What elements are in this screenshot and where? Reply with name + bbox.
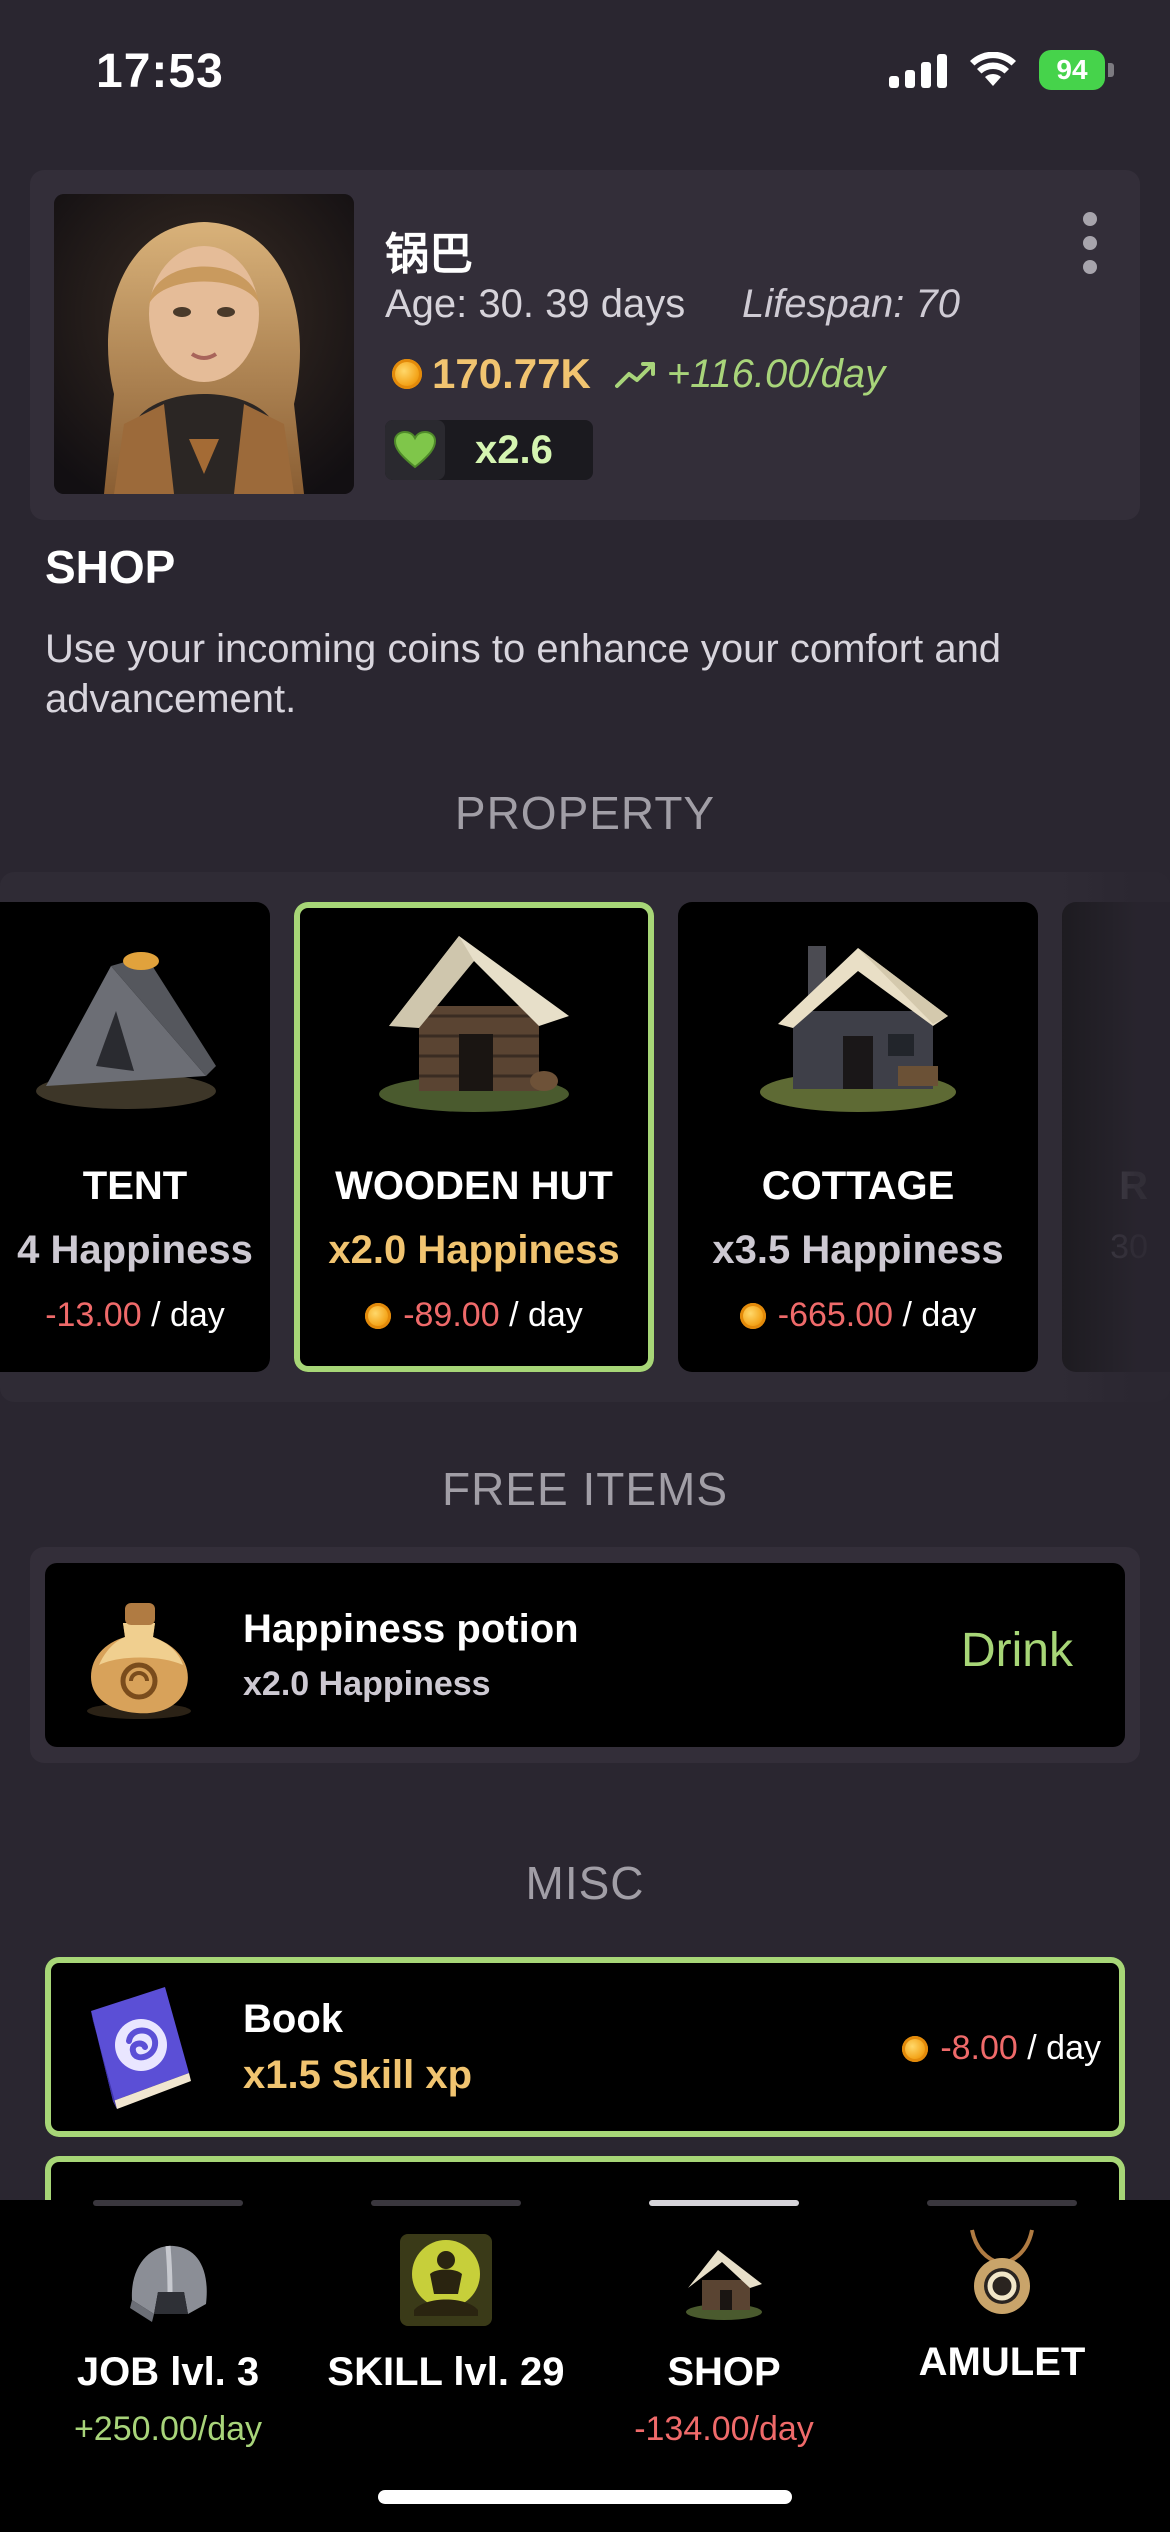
property-name: WOODEN HUT — [335, 1164, 613, 1208]
property-name: COTTAGE — [761, 1164, 955, 1208]
property-name: TENT — [82, 1164, 188, 1208]
avatar[interactable] — [54, 194, 354, 494]
coin-icon — [739, 1302, 766, 1329]
page-description: Use your incoming coins to enhance your … — [45, 627, 1002, 721]
tab-label: SKILL lvl. 29 — [327, 2350, 565, 2394]
tab-sub: -134.00/day — [634, 2410, 814, 2448]
green-heart-icon — [394, 431, 436, 469]
coin-icon — [392, 359, 422, 389]
property-happiness: x3.5 Happiness — [712, 1228, 1004, 1272]
item-effect: x1.5 Skill xp — [243, 2053, 473, 2097]
happiness-multiplier-badge: x2.6 — [385, 420, 593, 480]
profile-card: 锅巴 Age: 30. 39 days Lifespan: 70 170.77K… — [30, 170, 1140, 520]
tab-shop[interactable]: SHOP -134.00/day — [578, 2200, 870, 2490]
coin-icon — [902, 2035, 929, 2062]
status-icons: 94 — [889, 50, 1114, 90]
section-title-free-items: FREE ITEMS — [441, 1463, 729, 1515]
page-title: SHOP — [45, 541, 176, 593]
meditation-icon — [400, 2234, 492, 2326]
free-items-list: Happiness potion x2.0 Happiness Drink — [30, 1547, 1140, 1763]
item-title: Book — [243, 1997, 343, 2041]
property-cost-unit: / day — [902, 1296, 977, 1334]
cottage-icon — [760, 946, 956, 1112]
property-card-tent[interactable]: TENT 4 Happiness -13.00 / day — [0, 902, 270, 1372]
property-card-cottage[interactable]: COTTAGE x3.5 Happiness -665.00 / day — [678, 902, 1038, 1372]
tab-label: AMULET — [918, 2340, 1086, 2384]
item-effect: x2.0 Happiness — [243, 1665, 491, 1703]
property-cost: -13.00 / day — [0, 1296, 270, 1335]
battery-level: 94 — [1039, 50, 1105, 90]
tab-skill[interactable]: SKILL lvl. 29 — [300, 2200, 592, 2490]
battery-icon: 94 — [1039, 50, 1114, 90]
character-name: 锅巴 — [385, 230, 473, 279]
amulet-icon — [970, 2229, 1034, 2314]
book-icon — [91, 1987, 191, 2109]
section-title-misc: MISC — [525, 1857, 645, 1909]
property-cost-value: -13.00 — [45, 1296, 142, 1334]
coin-balance: 170.77K +116.00/day — [392, 350, 885, 398]
hut-icon — [686, 2250, 762, 2320]
coin-amount: 170.77K — [432, 350, 591, 397]
property-carousel[interactable]: TENT 4 Happiness -13.00 / day WOODEN HUT… — [0, 872, 1170, 1402]
cellular-signal-icon — [889, 52, 947, 88]
property-cost: -89.00 / day — [294, 1296, 654, 1335]
tab-label: SHOP — [667, 2350, 781, 2394]
property-card-wooden-hut[interactable]: WOODEN HUT x2.0 Happiness -89.00 / day — [294, 902, 654, 1372]
character-lifespan: Lifespan: 70 — [742, 282, 960, 326]
helmet-icon — [130, 2245, 207, 2322]
property-cost-value: -665.00 — [777, 1296, 894, 1334]
tab-sub: +250.00/day — [73, 2410, 263, 2448]
property-happiness: x2.0 Happiness — [328, 1228, 620, 1272]
list-item[interactable]: Happiness potion x2.0 Happiness Drink — [45, 1563, 1125, 1747]
potion-icon — [87, 1603, 191, 1719]
drink-button[interactable]: Drink — [961, 1623, 1073, 1678]
status-bar: 17:53 94 — [0, 0, 1170, 150]
property-happiness: 4 Happiness — [17, 1228, 253, 1272]
list-item[interactable]: Book x1.5 Skill xp -8.00 / day — [45, 1957, 1125, 2137]
property-cost-unit: / day — [509, 1296, 583, 1334]
status-time: 17:53 — [96, 45, 224, 98]
tab-amulet[interactable]: AMULET — [856, 2200, 1148, 2490]
trend-up-icon — [614, 362, 655, 388]
property-cost-unit: / day — [151, 1296, 225, 1334]
more-options-icon[interactable] — [1080, 212, 1100, 274]
wooden-hut-icon — [379, 936, 569, 1112]
tab-label: JOB lvl. 3 — [76, 2350, 260, 2394]
wifi-icon — [970, 52, 1016, 86]
property-cost: -665.00 / day — [678, 1296, 1038, 1335]
item-cost-value: -8.00 — [940, 2029, 1018, 2067]
tab-job[interactable]: JOB lvl. 3 +250.00/day — [22, 2200, 314, 2490]
character-age: Age: 30. 39 days — [385, 282, 686, 326]
home-indicator[interactable] — [378, 2490, 792, 2504]
coin-icon — [365, 1302, 392, 1329]
item-title: Happiness potion — [243, 1607, 579, 1651]
item-cost: -8.00 / day — [902, 2029, 1101, 2068]
tent-icon — [36, 952, 216, 1109]
property-cost-value: -89.00 — [403, 1296, 500, 1334]
happiness-multiplier: x2.6 — [475, 427, 553, 472]
bottom-tab-bar: JOB lvl. 3 +250.00/day SKILL lvl. 29 SHO… — [0, 2200, 1170, 2532]
item-cost-unit: / day — [1027, 2029, 1101, 2067]
income-rate: +116.00/day — [666, 351, 886, 396]
section-title-property: PROPERTY — [454, 787, 716, 839]
